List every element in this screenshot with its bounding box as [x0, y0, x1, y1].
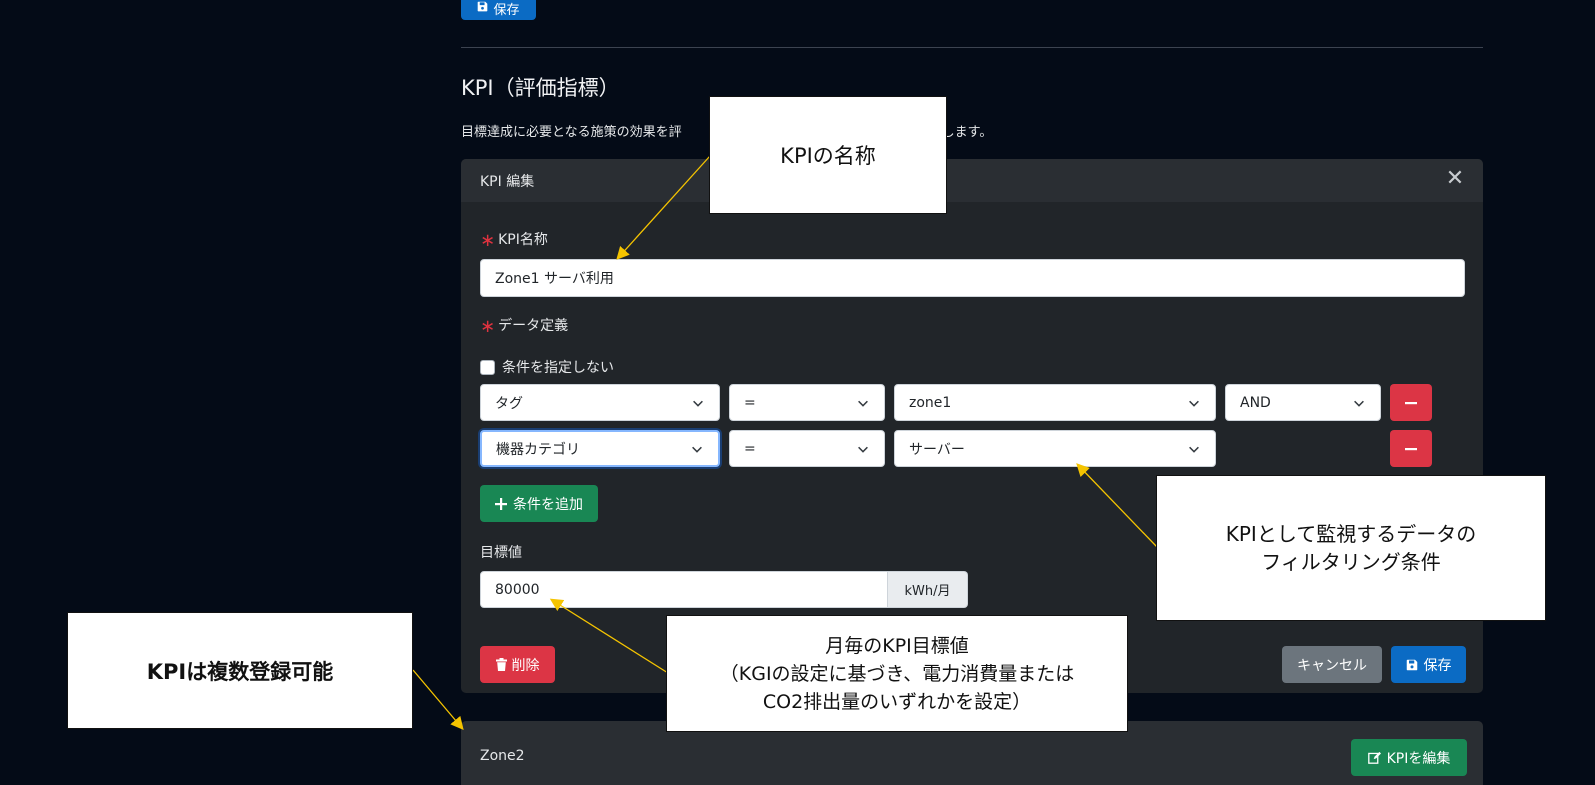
required-mark: ∗: [480, 316, 496, 337]
condition-1-operator-select[interactable]: =: [729, 384, 885, 421]
condition-2-field-value: 機器カテゴリ: [496, 441, 580, 458]
condition-1-value-value: zone1: [909, 394, 952, 411]
delete-button[interactable]: 削除: [480, 646, 555, 683]
cancel-button[interactable]: キャンセル: [1282, 646, 1382, 683]
close-icon[interactable]: ✕: [1443, 168, 1467, 192]
edit-kpi-label: KPIを編集: [1386, 750, 1451, 767]
chevron-down-icon: [1189, 446, 1199, 453]
condition-1-field-value: タグ: [495, 395, 523, 412]
remove-condition-1-button[interactable]: [1390, 384, 1432, 421]
plus-icon: [495, 497, 507, 510]
kpi-edit-title: KPI 編集: [480, 174, 535, 190]
kpi-edit-card-header: [461, 159, 1483, 202]
section-title: KPI（評価指標）: [461, 76, 620, 100]
callout-target-value: 月毎のKPI目標値 （KGIの設定に基づき、電力消費量または CO2排出量のいず…: [666, 615, 1128, 732]
condition-1-logic-value: AND: [1240, 394, 1271, 411]
trash-icon: [495, 658, 507, 671]
condition-2-operator-select[interactable]: =: [729, 430, 885, 467]
chevron-down-icon: [858, 446, 868, 453]
callout-target-line1: 月毎のKPI目標値: [825, 634, 969, 657]
data-def-label: ∗ データ定義: [480, 316, 569, 337]
save-button[interactable]: 保存: [1391, 646, 1466, 683]
callout-filter-line2: フィルタリング条件: [1261, 550, 1441, 574]
callout-filter: KPIとして監視するデータの フィルタリング条件: [1156, 475, 1546, 621]
callout-target-line2: （KGIの設定に基づき、電力消費量または: [719, 662, 1075, 685]
save-label: 保存: [1423, 657, 1452, 674]
callout-filter-line1: KPIとして監視するデータの: [1225, 522, 1477, 546]
chevron-down-icon: [1354, 400, 1364, 407]
target-value-label: 目標値: [480, 545, 522, 561]
add-condition-label: 条件を追加: [513, 496, 583, 513]
top-save-label: 保存: [493, 2, 520, 18]
kpi-name-label: ∗ KPI名称: [480, 230, 548, 251]
kpi-name-value: Zone1 サーバ利用: [495, 271, 614, 287]
minus-icon: [1405, 447, 1417, 450]
no-condition-checkbox[interactable]: [480, 359, 495, 375]
kpi-name-input[interactable]: Zone1 サーバ利用: [480, 259, 1465, 297]
target-unit-addon: kWh/月: [888, 571, 968, 608]
required-mark: ∗: [480, 230, 496, 251]
condition-2-operator-value: =: [744, 440, 756, 457]
remove-condition-2-button[interactable]: [1390, 430, 1432, 467]
condition-2-value-select[interactable]: サーバー: [894, 430, 1216, 467]
chevron-down-icon: [692, 446, 702, 453]
condition-1-field-select[interactable]: タグ: [480, 384, 720, 421]
zone2-title: Zone2: [480, 748, 525, 764]
section-divider: [461, 47, 1483, 48]
chevron-down-icon: [693, 400, 703, 407]
save-icon: [1406, 659, 1417, 670]
condition-1-logic-select[interactable]: AND: [1225, 384, 1381, 421]
minus-icon: [1405, 401, 1417, 404]
callout-target-line3: CO2排出量のいずれかを設定）: [762, 690, 1032, 713]
target-value-value: 80000: [495, 581, 540, 598]
condition-2-field-select[interactable]: 機器カテゴリ: [480, 430, 720, 467]
chevron-down-icon: [1189, 400, 1199, 407]
target-value-input[interactable]: 80000: [480, 571, 888, 608]
edit-icon: [1367, 751, 1381, 764]
no-condition-row: 条件を指定しない: [480, 357, 614, 377]
condition-2-value-value: サーバー: [909, 441, 965, 458]
save-icon: [477, 1, 488, 16]
add-condition-button[interactable]: 条件を追加: [480, 485, 598, 522]
condition-1-operator-value: =: [744, 394, 756, 411]
delete-label: 削除: [511, 657, 540, 674]
callout-kpi-name: KPIの名称: [709, 96, 947, 214]
condition-1-value-select[interactable]: zone1: [894, 384, 1216, 421]
callout-multiple-kpi: KPIは複数登録可能: [67, 612, 413, 729]
edit-kpi-button[interactable]: KPIを編集: [1351, 739, 1467, 776]
chevron-down-icon: [858, 400, 868, 407]
top-save-button[interactable]: 保存: [461, 0, 536, 20]
no-condition-label: 条件を指定しない: [502, 360, 614, 376]
